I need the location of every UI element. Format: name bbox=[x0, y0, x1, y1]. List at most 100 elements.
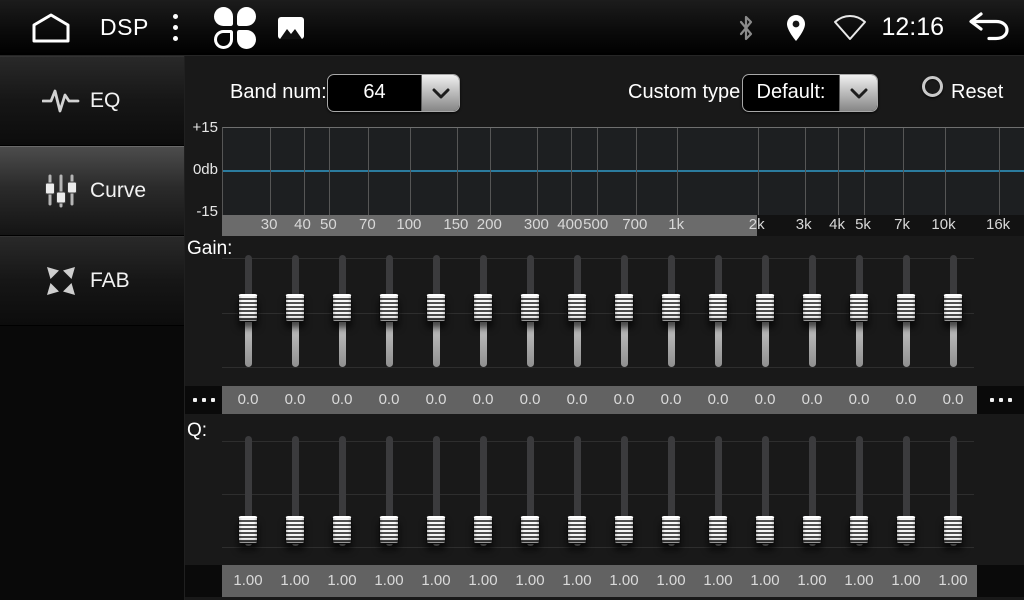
q-value: 1.00 bbox=[789, 565, 836, 597]
overflow-menu-icon[interactable] bbox=[173, 14, 178, 41]
slider-thumb[interactable] bbox=[473, 516, 493, 544]
slider-thumb[interactable] bbox=[285, 294, 305, 322]
q-slider[interactable] bbox=[800, 436, 824, 546]
gain-slider[interactable] bbox=[236, 255, 260, 367]
slider-thumb[interactable] bbox=[661, 294, 681, 322]
slider-track-lower bbox=[621, 321, 628, 367]
gain-more-right-button[interactable] bbox=[977, 386, 1024, 414]
slider-track-upper bbox=[762, 255, 769, 295]
gain-more-left-button[interactable] bbox=[185, 386, 222, 414]
gain-slider[interactable] bbox=[847, 255, 871, 367]
gain-slider[interactable] bbox=[330, 255, 354, 367]
chevron-down-icon[interactable] bbox=[839, 75, 877, 111]
slider-track-upper bbox=[339, 255, 346, 295]
band-num-dropdown[interactable]: 64 bbox=[327, 74, 460, 112]
slider-thumb[interactable] bbox=[567, 294, 587, 322]
gain-slider[interactable] bbox=[283, 255, 307, 367]
reset-radio[interactable] bbox=[922, 76, 943, 97]
slider-thumb[interactable] bbox=[332, 294, 352, 322]
q-value: 1.00 bbox=[601, 565, 648, 597]
custom-type-dropdown[interactable]: Default: bbox=[742, 74, 878, 112]
slider-thumb[interactable] bbox=[896, 516, 916, 544]
slider-thumb[interactable] bbox=[849, 516, 869, 544]
slider-thumb[interactable] bbox=[755, 516, 775, 544]
slider-thumb[interactable] bbox=[802, 516, 822, 544]
gain-slider[interactable] bbox=[565, 255, 589, 367]
gain-slider[interactable] bbox=[706, 255, 730, 367]
freq-tick-label: 500 bbox=[583, 216, 608, 233]
q-slider[interactable] bbox=[471, 436, 495, 546]
q-slider[interactable] bbox=[612, 436, 636, 546]
q-slider[interactable] bbox=[283, 436, 307, 546]
apps-launcher-icon[interactable] bbox=[214, 7, 256, 49]
q-slider[interactable] bbox=[236, 436, 260, 546]
gridline bbox=[864, 128, 865, 216]
q-slider[interactable] bbox=[753, 436, 777, 546]
chevron-down-icon[interactable] bbox=[421, 75, 459, 111]
slider-thumb[interactable] bbox=[943, 294, 963, 322]
slider-thumb[interactable] bbox=[520, 516, 540, 544]
slider-thumb[interactable] bbox=[520, 294, 540, 322]
slider-thumb[interactable] bbox=[567, 516, 587, 544]
slider-thumb[interactable] bbox=[426, 516, 446, 544]
slider-track-upper bbox=[621, 436, 628, 517]
slider-thumb[interactable] bbox=[614, 516, 634, 544]
slider-track-upper bbox=[386, 436, 393, 517]
gain-slider[interactable] bbox=[518, 255, 542, 367]
q-slider[interactable] bbox=[847, 436, 871, 546]
q-slider[interactable] bbox=[894, 436, 918, 546]
slider-thumb[interactable] bbox=[238, 516, 258, 544]
slider-thumb[interactable] bbox=[285, 516, 305, 544]
home-icon[interactable] bbox=[28, 12, 74, 44]
slider-thumb[interactable] bbox=[614, 294, 634, 322]
slider-thumb[interactable] bbox=[802, 294, 822, 322]
gridline bbox=[368, 128, 369, 216]
q-slider[interactable] bbox=[518, 436, 542, 546]
sidebar-item-curve[interactable]: Curve bbox=[0, 146, 184, 236]
gain-slider[interactable] bbox=[941, 255, 965, 367]
gain-slider[interactable] bbox=[753, 255, 777, 367]
custom-type-label: Custom type: bbox=[628, 81, 746, 104]
slider-thumb[interactable] bbox=[379, 516, 399, 544]
q-slider[interactable] bbox=[659, 436, 683, 546]
gain-slider[interactable] bbox=[800, 255, 824, 367]
slider-thumb[interactable] bbox=[896, 294, 916, 322]
slider-track-lower bbox=[574, 321, 581, 367]
slider-thumb[interactable] bbox=[661, 516, 681, 544]
back-icon[interactable] bbox=[962, 12, 1010, 44]
gridline bbox=[945, 128, 946, 216]
slider-thumb[interactable] bbox=[708, 294, 728, 322]
q-slider[interactable] bbox=[377, 436, 401, 546]
gallery-icon[interactable] bbox=[278, 17, 304, 39]
slider-thumb[interactable] bbox=[755, 294, 775, 322]
eq-graph[interactable] bbox=[222, 127, 1024, 216]
slider-track-upper bbox=[433, 436, 440, 517]
gain-slider[interactable] bbox=[894, 255, 918, 367]
q-slider[interactable] bbox=[330, 436, 354, 546]
slider-thumb[interactable] bbox=[332, 516, 352, 544]
custom-type-value: Default: bbox=[743, 75, 839, 111]
gain-slider[interactable] bbox=[659, 255, 683, 367]
q-slider[interactable] bbox=[706, 436, 730, 546]
q-slider[interactable] bbox=[565, 436, 589, 546]
gain-value: 0.0 bbox=[789, 386, 836, 414]
gain-slider[interactable] bbox=[377, 255, 401, 367]
sidebar-item-eq[interactable]: EQ bbox=[0, 56, 184, 146]
sidebar-item-fab[interactable]: FAB bbox=[0, 236, 184, 326]
gain-slider[interactable] bbox=[612, 255, 636, 367]
slider-track-upper bbox=[574, 255, 581, 295]
slider-thumb[interactable] bbox=[943, 516, 963, 544]
freq-tick-label: 16k bbox=[986, 216, 1010, 233]
curve-panel: Band num: 64 Custom type: Default: Reset… bbox=[185, 56, 1024, 600]
gain-slider[interactable] bbox=[471, 255, 495, 367]
q-slider[interactable] bbox=[424, 436, 448, 546]
slider-thumb[interactable] bbox=[238, 294, 258, 322]
q-slider[interactable] bbox=[941, 436, 965, 546]
slider-thumb[interactable] bbox=[708, 516, 728, 544]
slider-thumb[interactable] bbox=[426, 294, 446, 322]
slider-thumb[interactable] bbox=[379, 294, 399, 322]
reset-label: Reset bbox=[951, 81, 1003, 104]
gain-slider[interactable] bbox=[424, 255, 448, 367]
slider-thumb[interactable] bbox=[473, 294, 493, 322]
slider-thumb[interactable] bbox=[849, 294, 869, 322]
